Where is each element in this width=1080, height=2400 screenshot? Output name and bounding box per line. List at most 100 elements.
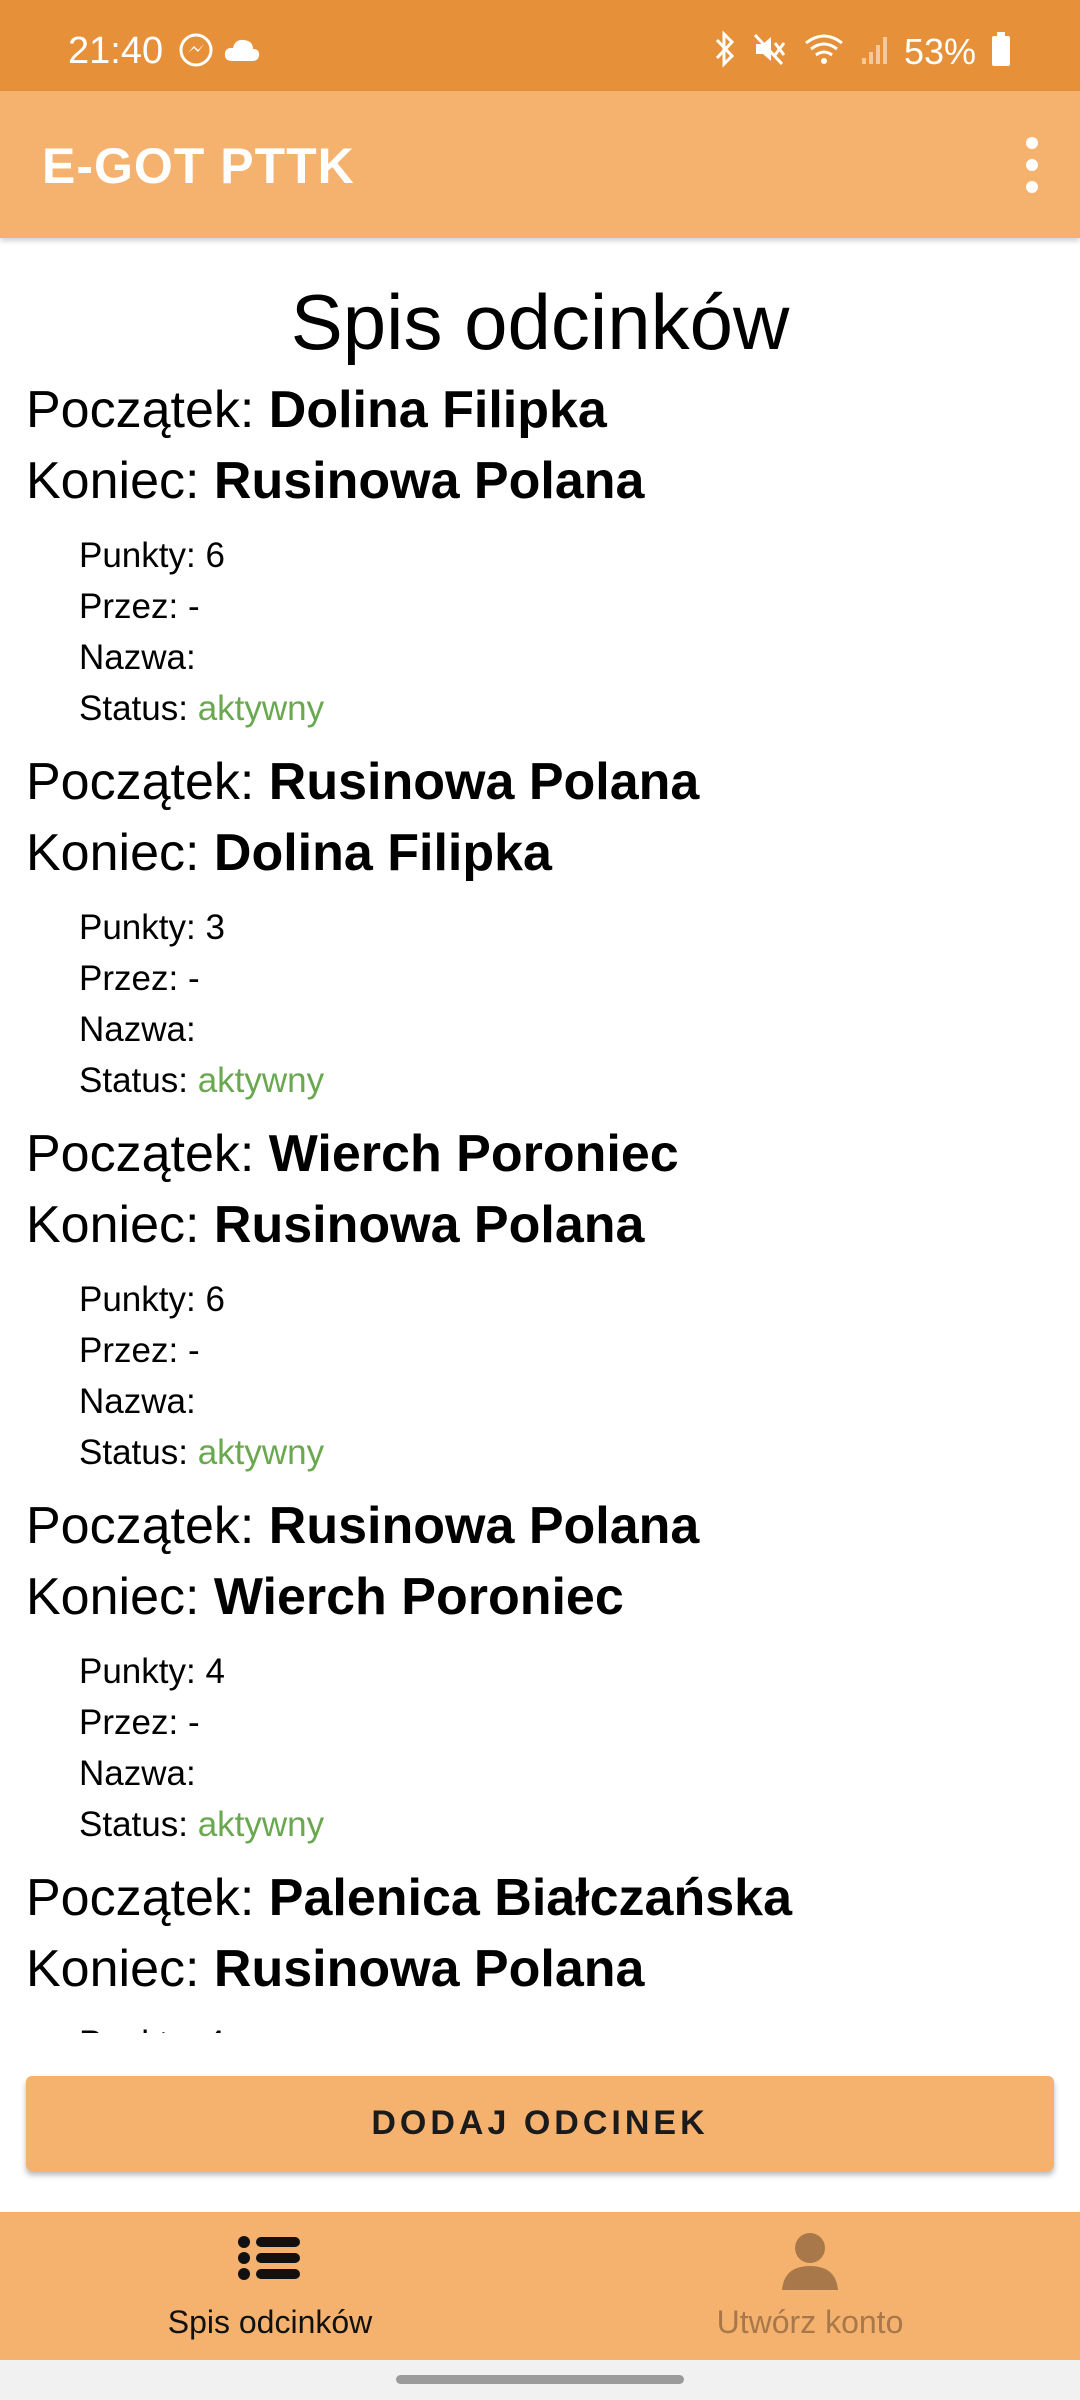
name-label: Nazwa: <box>79 638 196 677</box>
segment-end: Koniec: Wierch Poroniec <box>26 1567 624 1627</box>
segment-via: Przez: - <box>79 1703 200 1743</box>
end-value: Wierch Poroniec <box>213 1568 624 1626</box>
end-value: Rusinowa Polana <box>213 452 645 510</box>
end-value: Dolina Filipka <box>213 824 552 882</box>
messenger-icon <box>178 32 214 73</box>
start-value: Rusinowa Polana <box>268 1497 700 1555</box>
battery-percent: 53% <box>903 30 976 72</box>
segment-item[interactable]: Początek: Wierch Poroniec Koniec: Rusino… <box>0 1124 1080 1496</box>
segment-via: Przez: - <box>79 1331 200 1371</box>
segment-start: Początek: Rusinowa Polana <box>26 1496 699 1556</box>
segment-name: Nazwa: <box>79 1754 196 1794</box>
end-label: Koniec: <box>26 452 200 510</box>
segment-end: Koniec: Rusinowa Polana <box>26 1195 644 1255</box>
segment-list-view[interactable]: Spis odcinków Początek: Dolina Filipka K… <box>0 238 1080 2033</box>
via-value: - <box>187 1703 200 1742</box>
end-label: Koniec: <box>26 824 200 882</box>
segment-name: Nazwa: <box>79 638 196 678</box>
app-root: 21:40 53% E-GOT PTTK Spis odcinków Począ… <box>0 0 1080 2400</box>
menu-dot <box>1026 137 1038 149</box>
points-value: 6 <box>205 1280 225 1319</box>
status-value: aktywny <box>197 1433 325 1472</box>
menu-dot <box>1026 181 1038 193</box>
points-label: Punkty: <box>79 536 196 575</box>
segment-points: Punkty: 4 <box>79 1652 225 1692</box>
gesture-handle[interactable] <box>396 2375 684 2384</box>
start-value: Palenica Białczańska <box>268 1869 792 1927</box>
segment-status: Status: aktywny <box>79 1061 324 1101</box>
segment-end: Koniec: Dolina Filipka <box>26 823 552 883</box>
start-label: Początek: <box>26 1869 255 1927</box>
segment-item[interactable]: Początek: Rusinowa Polana Koniec: Dolina… <box>0 752 1080 1124</box>
status-label: Status: <box>79 689 188 728</box>
wifi-icon <box>802 31 846 72</box>
points-label: Punkty: <box>79 1280 196 1319</box>
start-label: Początek: <box>26 1125 255 1183</box>
points-label: Punkty: <box>79 1652 196 1691</box>
segment-start: Początek: Wierch Poroniec <box>26 1124 679 1184</box>
points-label: Punkty: <box>79 2024 196 2033</box>
points-value: 4 <box>205 2024 224 2033</box>
status-label: Status: <box>79 1433 188 1472</box>
segment-via: Przez: - <box>79 959 200 999</box>
start-value: Wierch Poroniec <box>268 1125 679 1183</box>
more-vert-icon[interactable] <box>1012 137 1052 193</box>
status-value: aktywny <box>197 1061 325 1100</box>
segment-start: Początek: Palenica Białczańska <box>26 1868 792 1928</box>
points-label: Punkty: <box>79 908 196 947</box>
start-label: Początek: <box>26 1497 255 1555</box>
app-title: E-GOT PTTK <box>42 138 355 194</box>
start-value: Dolina Filipka <box>268 381 607 439</box>
start-label: Początek: <box>26 753 255 811</box>
points-value: 3 <box>205 908 225 947</box>
battery-icon <box>990 30 1012 73</box>
via-label: Przez: <box>79 587 179 626</box>
name-label: Nazwa: <box>79 1382 196 1421</box>
via-value: - <box>187 587 200 626</box>
nav-item-segment-list[interactable]: Spis odcinków <box>0 2212 540 2360</box>
page-title: Spis odcinków <box>290 278 790 366</box>
menu-dot <box>1026 159 1038 171</box>
via-label: Przez: <box>79 959 179 998</box>
segment-status: Status: aktywny <box>79 1805 324 1845</box>
notification-icons <box>178 32 262 73</box>
segment-start: Początek: Dolina Filipka <box>26 380 607 440</box>
segment-list: Początek: Dolina Filipka Koniec: Rusinow… <box>0 380 1080 2033</box>
bluetooth-icon <box>712 30 738 73</box>
nav-label: Utwórz konto <box>716 2304 904 2340</box>
list-icon <box>236 2228 304 2293</box>
segment-points: Punkty: 6 <box>79 1280 225 1320</box>
segment-end: Koniec: Rusinowa Polana <box>26 451 644 511</box>
add-segment-button[interactable]: DODAJ ODCINEK <box>26 2076 1054 2171</box>
via-value: - <box>187 1331 200 1370</box>
segment-end: Koniec: Rusinowa Polana <box>26 1939 644 1999</box>
mute-icon <box>752 31 788 72</box>
status-value: aktywny <box>197 689 325 728</box>
end-label: Koniec: <box>26 1940 200 1998</box>
segment-status: Status: aktywny <box>79 689 324 729</box>
signal-icon <box>860 32 890 71</box>
via-label: Przez: <box>79 1331 179 1370</box>
via-label: Przez: <box>79 1703 179 1742</box>
status-value: aktywny <box>197 1805 325 1844</box>
end-label: Koniec: <box>26 1196 200 1254</box>
nav-item-create-account[interactable]: Utwórz konto <box>540 2212 1080 2360</box>
segment-name: Nazwa: <box>79 1010 196 1050</box>
system-status-bar: 21:40 53% <box>0 0 1080 91</box>
status-time: 21:40 <box>68 30 164 72</box>
segment-item[interactable]: Początek: Dolina Filipka Koniec: Rusinow… <box>0 380 1080 752</box>
start-value: Rusinowa Polana <box>268 753 700 811</box>
person-icon <box>778 2228 842 2297</box>
segment-points: Punkty: 6 <box>79 536 225 576</box>
segment-item[interactable]: Początek: Palenica Białczańska Koniec: R… <box>0 1868 1080 2033</box>
segment-start: Początek: Rusinowa Polana <box>26 752 699 812</box>
status-label: Status: <box>79 1805 188 1844</box>
end-value: Rusinowa Polana <box>213 1940 645 1998</box>
start-label: Początek: <box>26 381 255 439</box>
segment-points: Punkty: 4 <box>79 2024 225 2033</box>
gesture-nav-area <box>0 2360 1080 2400</box>
segment-name: Nazwa: <box>79 1382 196 1422</box>
app-bar: E-GOT PTTK <box>0 91 1080 238</box>
points-value: 4 <box>205 1652 225 1691</box>
segment-item[interactable]: Początek: Rusinowa Polana Koniec: Wierch… <box>0 1496 1080 1868</box>
